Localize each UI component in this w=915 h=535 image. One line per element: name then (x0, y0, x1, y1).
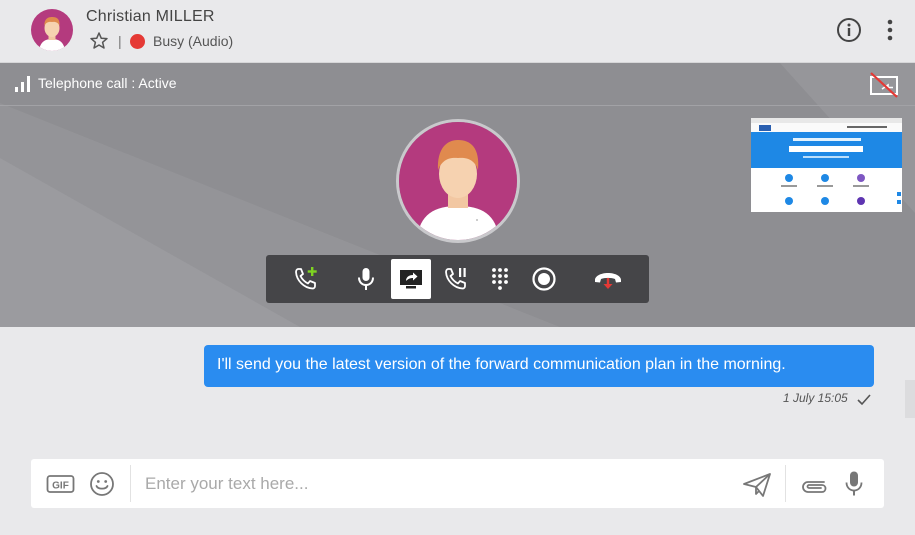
scrollbar-thumb[interactable] (905, 380, 915, 418)
caller-avatar (396, 119, 520, 243)
message-timestamp: 1 July 15:05 (783, 391, 848, 405)
message-bubble[interactable]: I'll send you the latest version of the … (204, 345, 874, 387)
call-panel: Telephone call : Active (0, 63, 915, 327)
status-dot-icon (130, 34, 145, 49)
dialpad-icon (492, 268, 508, 290)
screen-share-off-icon[interactable] (868, 71, 900, 99)
phone-pause-icon (445, 268, 466, 290)
presence-status: Busy (Audio) (153, 33, 234, 49)
phone-plus-icon (295, 267, 317, 290)
gif-label: GIF (52, 481, 69, 492)
hold-button[interactable] (436, 259, 476, 299)
dialpad-button[interactable] (480, 259, 520, 299)
signal-icon (15, 76, 30, 92)
record-button[interactable] (524, 259, 564, 299)
conversation-header: Christian MILLER | Busy (Audio) (0, 0, 915, 63)
check-icon (857, 394, 871, 406)
screen-share-icon (400, 270, 422, 289)
message-list: I'll send you the latest version of the … (0, 327, 915, 457)
separator: | (118, 33, 122, 49)
gif-icon[interactable]: GIF (46, 472, 75, 496)
star-icon[interactable] (89, 31, 109, 51)
emoji-icon[interactable] (89, 471, 115, 497)
record-icon (532, 267, 556, 291)
divider (130, 465, 131, 502)
hang-up-icon (595, 273, 621, 289)
call-status: Telephone call : Active (38, 75, 177, 91)
microphone-button[interactable] (346, 259, 386, 299)
call-topbar: Telephone call : Active (0, 63, 915, 106)
microphone-icon[interactable] (844, 470, 864, 497)
contact-avatar[interactable] (31, 9, 73, 51)
more-vertical-icon[interactable] (879, 17, 901, 43)
hang-up-button[interactable] (588, 259, 628, 299)
info-icon[interactable] (836, 17, 862, 43)
microphone-icon (358, 268, 374, 290)
divider (785, 465, 786, 502)
add-call-button[interactable] (286, 259, 326, 299)
paperclip-icon[interactable] (797, 472, 829, 496)
call-controls (266, 255, 649, 303)
contact-name: Christian MILLER (86, 8, 215, 25)
send-icon[interactable] (742, 472, 772, 498)
message-input[interactable] (145, 469, 725, 499)
message-composer: GIF (31, 459, 884, 508)
screen-share-button[interactable] (391, 259, 431, 299)
screen-share-preview[interactable] (751, 118, 902, 212)
